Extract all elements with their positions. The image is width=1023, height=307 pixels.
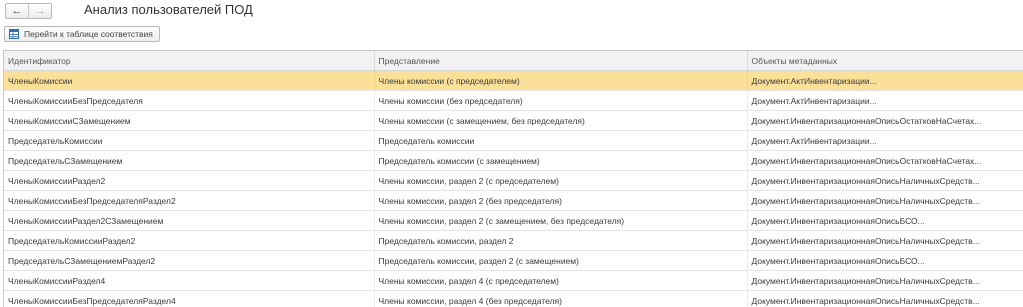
cell-metadata-objects: Документ.ИнвентаризационнаяОписьНаличных… — [747, 270, 1023, 291]
cell-presentation: Члены комиссии, раздел 2 (с председателе… — [374, 170, 748, 191]
cell-presentation: Члены комиссии, раздел 4 (с председателе… — [374, 270, 748, 291]
cell-identifier: ЧленыКомиссииРаздел2 — [4, 170, 375, 191]
command-bar: Перейти к таблице соответствия — [4, 26, 160, 42]
table-row[interactable]: ЧленыКомиссииРаздел4 Члены комиссии, разд… — [4, 270, 1023, 291]
table-row[interactable]: ПредседательСЗамещением Председатель коми… — [4, 150, 1023, 171]
cell-metadata-objects: Документ.АктИнвентаризации... — [747, 130, 1023, 151]
cell-presentation: Председатель комиссии — [374, 130, 748, 151]
table-body: ЧленыКомиссии Члены комиссии (с председат… — [4, 70, 1023, 307]
cell-presentation: Председатель комиссии, раздел 2 — [374, 230, 748, 251]
table-row[interactable]: ЧленыКомиссииБезПредседателяРаздел4 Члены… — [4, 290, 1023, 307]
arrow-left-icon: ← — [11, 4, 23, 17]
goto-mapping-table-label: Перейти к таблице соответствия — [24, 29, 153, 39]
cell-metadata-objects: Документ.ИнвентаризационнаяОписьНаличных… — [747, 190, 1023, 211]
cell-identifier: ПредседательСЗамещениемРаздел2 — [4, 250, 375, 271]
table-link-icon — [9, 29, 19, 39]
cell-presentation: Члены комиссии, раздел 2 (без председате… — [374, 190, 748, 211]
table-row[interactable]: ЧленыКомиссииБезПредседателяРаздел2 Члены… — [4, 190, 1023, 211]
title-bar: ← → Анализ пользователей ПОД — [0, 0, 1023, 24]
cell-metadata-objects: Документ.ИнвентаризационнаяОписьНаличных… — [747, 230, 1023, 251]
cell-identifier: ЧленыКомиссииРаздел4 — [4, 270, 375, 291]
table-row[interactable]: ПредседательКомиссии Председатель комисси… — [4, 130, 1023, 151]
cell-metadata-objects: Документ.ИнвентаризационнаяОписьОстатков… — [747, 150, 1023, 171]
cell-identifier: ЧленыКомиссииРаздел2СЗамещением — [4, 210, 375, 231]
users-table: Идентификатор Представление Объекты мета… — [3, 50, 1023, 307]
cell-metadata-objects: Документ.АктИнвентаризации... — [747, 70, 1023, 91]
page-title: Анализ пользователей ПОД — [84, 2, 253, 17]
navigation-buttons: ← → — [5, 3, 52, 19]
table-row[interactable]: ПредседательКомиссииРаздел2 Председатель … — [4, 230, 1023, 251]
cell-presentation: Члены комиссии, раздел 4 (без председате… — [374, 290, 748, 307]
cell-identifier: ЧленыКомиссииБезПредседателяРаздел4 — [4, 290, 375, 307]
cell-identifier: ПредседательСЗамещением — [4, 150, 375, 171]
cell-presentation: Председатель комиссии, раздел 2 (с замещ… — [374, 250, 748, 271]
table-row[interactable]: ЧленыКомиссииРаздел2СЗамещением Члены ком… — [4, 210, 1023, 231]
cell-metadata-objects: Документ.АктИнвентаризации... — [747, 90, 1023, 111]
cell-presentation: Председатель комиссии (с замещением) — [374, 150, 748, 171]
cell-presentation: Члены комиссии (без председателя) — [374, 90, 748, 111]
table-row[interactable]: ЧленыКомиссииСЗамещением Члены комиссии (… — [4, 110, 1023, 131]
cell-identifier: ПредседательКомиссии — [4, 130, 375, 151]
cell-identifier: ПредседательКомиссииРаздел2 — [4, 230, 375, 251]
cell-presentation: Члены комиссии, раздел 2 (с замещением, … — [374, 210, 748, 231]
table-row[interactable]: ПредседательСЗамещениемРаздел2 Председате… — [4, 250, 1023, 271]
cell-identifier: ЧленыКомиссииБезПредседателя — [4, 90, 375, 111]
table-row[interactable]: ЧленыКомиссииРаздел2 Члены комиссии, разд… — [4, 170, 1023, 191]
cell-metadata-objects: Документ.ИнвентаризационнаяОписьБСО... — [747, 250, 1023, 271]
forward-button[interactable]: → — [29, 4, 51, 18]
column-header-metadata-objects[interactable]: Объекты метаданных — [747, 51, 1023, 71]
cell-presentation: Члены комиссии (с председателем) — [374, 70, 748, 91]
cell-metadata-objects: Документ.ИнвентаризационнаяОписьНаличных… — [747, 290, 1023, 307]
cell-presentation: Члены комиссии (с замещением, без предсе… — [374, 110, 748, 131]
cell-metadata-objects: Документ.ИнвентаризационнаяОписьБСО... — [747, 210, 1023, 231]
cell-identifier: ЧленыКомиссииСЗамещением — [4, 110, 375, 131]
table-row[interactable]: ЧленыКомиссии Члены комиссии (с председат… — [4, 70, 1023, 91]
back-button[interactable]: ← — [6, 4, 29, 18]
cell-identifier: ЧленыКомиссииБезПредседателяРаздел2 — [4, 190, 375, 211]
arrow-right-icon: → — [34, 4, 46, 17]
table-header-row: Идентификатор Представление Объекты мета… — [4, 51, 1023, 71]
cell-metadata-objects: Документ.ИнвентаризационнаяОписьНаличных… — [747, 170, 1023, 191]
cell-identifier: ЧленыКомиссии — [4, 70, 375, 91]
cell-metadata-objects: Документ.ИнвентаризационнаяОписьОстатков… — [747, 110, 1023, 131]
column-header-presentation[interactable]: Представление — [374, 51, 748, 71]
goto-mapping-table-button[interactable]: Перейти к таблице соответствия — [4, 26, 160, 42]
table-row[interactable]: ЧленыКомиссииБезПредседателя Члены комисс… — [4, 90, 1023, 111]
column-header-identifier[interactable]: Идентификатор — [4, 51, 375, 71]
